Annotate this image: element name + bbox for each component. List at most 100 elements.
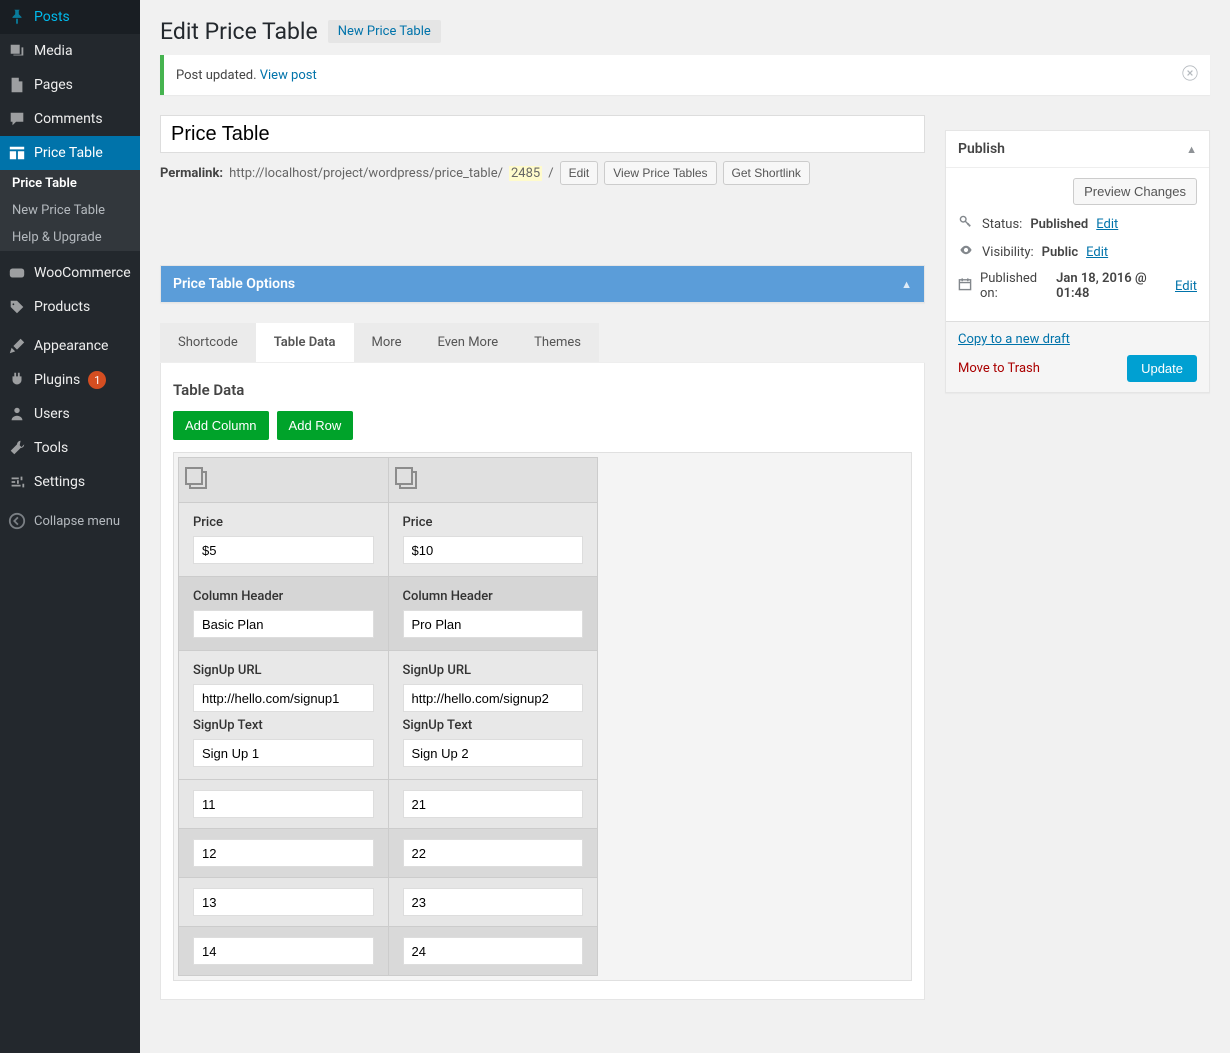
permalink-label: Permalink: xyxy=(160,166,223,181)
published-value: Jan 18, 2016 @ 01:48 xyxy=(1056,271,1167,301)
table-editor: Price Column Header SignUp URL SignUp Te… xyxy=(173,452,912,981)
update-notice: Post updated. View post xyxy=(160,55,1210,95)
sidebar-item-label: Products xyxy=(34,299,90,315)
column-header-label: Column Header xyxy=(193,589,374,604)
sidebar-item-posts[interactable]: Posts xyxy=(0,0,140,34)
brush-icon xyxy=(8,337,26,355)
panel-toggle[interactable]: ▲ xyxy=(1186,143,1197,156)
sidebar-item-products[interactable]: Products xyxy=(0,290,140,324)
add-row-button[interactable]: Add Row xyxy=(277,411,354,440)
signup-url-input[interactable] xyxy=(403,684,584,712)
column-handle[interactable] xyxy=(179,458,388,502)
row-input[interactable] xyxy=(403,839,584,867)
panel-title: Price Table Options xyxy=(173,276,295,292)
status-label: Status: xyxy=(982,217,1022,232)
row-input[interactable] xyxy=(193,839,374,867)
move-to-trash-link[interactable]: Move to Trash xyxy=(958,361,1040,376)
notice-text: Post updated. xyxy=(176,68,260,83)
view-post-link[interactable]: View post xyxy=(260,68,317,83)
tab-more[interactable]: More xyxy=(354,323,420,362)
price-table-options-panel: Price Table Options ▲ xyxy=(160,265,925,303)
products-icon xyxy=(8,298,26,316)
sidebar-item-pages[interactable]: Pages xyxy=(0,68,140,102)
sidebar-item-label: Users xyxy=(34,406,70,422)
table-icon xyxy=(8,144,26,162)
price-label: Price xyxy=(193,515,374,530)
post-title-input[interactable] xyxy=(160,115,925,153)
collapse-icon xyxy=(8,512,26,530)
signup-text-label: SignUp Text xyxy=(193,718,374,733)
preview-changes-button[interactable]: Preview Changes xyxy=(1073,178,1197,205)
woocommerce-icon xyxy=(8,264,26,282)
tab-even-more[interactable]: Even More xyxy=(419,323,516,362)
price-input[interactable] xyxy=(193,536,374,564)
admin-sidebar: Posts Media Pages Comments Price Table P… xyxy=(0,0,140,1053)
permalink-slug: 2485 xyxy=(509,166,542,181)
row-input[interactable] xyxy=(403,888,584,916)
row-input[interactable] xyxy=(193,937,374,965)
main-content: Edit Price Table New Price Table Post up… xyxy=(140,0,1230,1053)
sidebar-item-comments[interactable]: Comments xyxy=(0,102,140,136)
update-button[interactable]: Update xyxy=(1127,355,1197,382)
sidebar-sub-new-price-table[interactable]: New Price Table xyxy=(0,197,140,224)
published-edit-link[interactable]: Edit xyxy=(1175,279,1197,294)
sidebar-item-woocommerce[interactable]: WooCommerce xyxy=(0,256,140,290)
dismiss-notice-button[interactable] xyxy=(1182,65,1198,85)
panel-toggle[interactable]: ▲ xyxy=(901,278,912,291)
signup-url-input[interactable] xyxy=(193,684,374,712)
row-input[interactable] xyxy=(193,888,374,916)
visibility-icon xyxy=(958,243,974,261)
sidebar-collapse[interactable]: Collapse menu xyxy=(0,504,140,538)
sidebar-item-label: WooCommerce xyxy=(34,265,131,281)
row-input[interactable] xyxy=(193,790,374,818)
add-column-button[interactable]: Add Column xyxy=(173,411,269,440)
sidebar-item-label: Pages xyxy=(34,77,73,93)
sidebar-item-settings[interactable]: Settings xyxy=(0,465,140,499)
price-input[interactable] xyxy=(403,536,584,564)
sidebar-item-tools[interactable]: Tools xyxy=(0,431,140,465)
view-price-tables-button[interactable]: View Price Tables xyxy=(604,161,716,185)
copy-to-draft-link[interactable]: Copy to a new draft xyxy=(958,332,1070,347)
tab-table-data[interactable]: Table Data xyxy=(256,323,354,362)
row-input[interactable] xyxy=(403,790,584,818)
sidebar-item-plugins[interactable]: Plugins 1 xyxy=(0,363,140,397)
page-title: Edit Price Table xyxy=(160,18,318,45)
status-edit-link[interactable]: Edit xyxy=(1096,217,1118,232)
column-handle[interactable] xyxy=(389,458,598,502)
row-input[interactable] xyxy=(403,937,584,965)
column-header-input[interactable] xyxy=(193,610,374,638)
visibility-edit-link[interactable]: Edit xyxy=(1086,245,1108,260)
tab-themes[interactable]: Themes xyxy=(516,323,599,362)
signup-text-input[interactable] xyxy=(193,739,374,767)
column-header-input[interactable] xyxy=(403,610,584,638)
visibility-value: Public xyxy=(1042,245,1078,260)
sidebar-item-price-table[interactable]: Price Table xyxy=(0,136,140,170)
sidebar-item-media[interactable]: Media xyxy=(0,34,140,68)
get-shortlink-button[interactable]: Get Shortlink xyxy=(723,161,810,185)
sidebar-sub-price-table[interactable]: Price Table xyxy=(0,170,140,197)
sidebar-submenu: Price Table New Price Table Help & Upgra… xyxy=(0,170,140,251)
pin-icon xyxy=(8,8,26,26)
sidebar-item-label: Comments xyxy=(34,111,103,127)
permalink-row: Permalink: http://localhost/project/word… xyxy=(160,161,925,185)
new-price-table-button[interactable]: New Price Table xyxy=(328,20,441,43)
status-value: Published xyxy=(1030,217,1088,232)
media-icon xyxy=(8,42,26,60)
permalink-edit-button[interactable]: Edit xyxy=(560,161,599,185)
sidebar-item-label: Settings xyxy=(34,474,85,490)
tab-shortcode[interactable]: Shortcode xyxy=(160,323,256,362)
options-tab-bar: Shortcode Table Data More Even More Them… xyxy=(160,323,925,363)
plugins-update-badge: 1 xyxy=(88,371,106,389)
sidebar-item-users[interactable]: Users xyxy=(0,397,140,431)
page-icon xyxy=(8,76,26,94)
signup-text-label: SignUp Text xyxy=(403,718,584,733)
sidebar-item-label: Price Table xyxy=(34,145,103,161)
sidebar-item-label: Posts xyxy=(34,9,70,25)
table-data-heading: Table Data xyxy=(173,381,912,399)
sidebar-sub-help-upgrade[interactable]: Help & Upgrade xyxy=(0,224,140,251)
signup-text-input[interactable] xyxy=(403,739,584,767)
signup-url-label: SignUp URL xyxy=(193,663,374,678)
sidebar-item-appearance[interactable]: Appearance xyxy=(0,329,140,363)
sidebar-item-label: Appearance xyxy=(34,338,108,354)
comment-icon xyxy=(8,110,26,128)
